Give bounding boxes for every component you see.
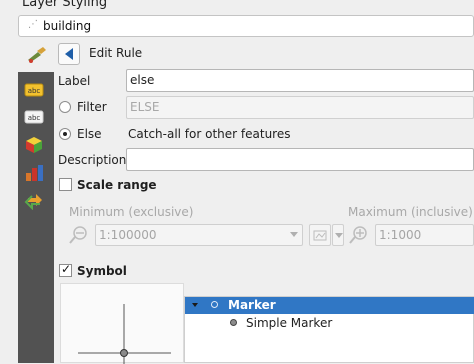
map-scale-icon xyxy=(313,230,327,241)
current-scale-button[interactable] xyxy=(309,224,331,246)
back-button[interactable] xyxy=(58,43,80,65)
symbol-preview xyxy=(60,283,184,364)
max-scale-combo[interactable]: 1:1000 xyxy=(375,224,474,246)
filter-input[interactable]: ELSE xyxy=(126,96,474,119)
marker-icon xyxy=(211,301,218,308)
filter-radio[interactable] xyxy=(59,101,71,113)
panel-title: Layer Styling xyxy=(22,0,108,10)
max-scale-value: 1:1000 xyxy=(379,228,422,242)
expand-arrow-icon[interactable] xyxy=(192,303,198,307)
symbology-brush-icon[interactable] xyxy=(26,46,48,64)
else-radio[interactable] xyxy=(59,128,71,140)
min-scale-label: Minimum (exclusive) xyxy=(69,205,194,219)
layer-name: building xyxy=(43,19,92,33)
3d-cube-icon[interactable] xyxy=(24,136,44,154)
chevron-down-icon xyxy=(335,233,343,238)
symbol-checkbox[interactable] xyxy=(59,262,72,277)
tree-label-simple-marker: Simple Marker xyxy=(246,316,333,330)
diagram-icon[interactable] xyxy=(24,164,44,182)
svg-text:abc: abc xyxy=(28,114,41,122)
label-caption: Label xyxy=(58,74,91,88)
simple-marker-icon xyxy=(230,319,237,326)
zoom-in-icon[interactable] xyxy=(348,224,370,246)
history-icon[interactable] xyxy=(24,192,44,210)
tree-row-marker[interactable]: Marker xyxy=(185,297,474,314)
tree-label-marker: Marker xyxy=(228,298,276,312)
symbol-title: Symbol xyxy=(77,264,127,278)
labels-icon[interactable]: abc xyxy=(24,81,44,99)
description-caption: Description xyxy=(58,153,127,167)
chevron-down-icon xyxy=(290,232,298,237)
marker-preview-graphic xyxy=(78,304,171,364)
max-scale-label: Maximum (inclusive) xyxy=(348,205,473,219)
else-caption: Else xyxy=(77,127,102,141)
label-value: else xyxy=(130,73,155,87)
else-description: Catch-all for other features xyxy=(128,127,291,141)
layer-combo[interactable]: ⋰ building xyxy=(18,15,474,37)
style-sidebar: abc abc xyxy=(18,72,54,363)
symbol-layer-tree[interactable]: Marker Simple Marker xyxy=(184,296,474,363)
tree-row-simple-marker[interactable]: Simple Marker xyxy=(185,315,474,332)
scale-menu-button[interactable] xyxy=(332,224,344,246)
description-input[interactable] xyxy=(126,148,474,171)
zoom-out-icon[interactable] xyxy=(68,224,90,246)
min-scale-combo[interactable]: 1:100000 xyxy=(95,224,303,246)
edit-rule-title: Edit Rule xyxy=(89,46,143,60)
svg-text:abc: abc xyxy=(28,87,41,95)
scale-range-checkbox[interactable] xyxy=(59,178,72,191)
layer-type-icon: ⋰ xyxy=(28,19,38,30)
scale-range-title: Scale range xyxy=(77,178,157,192)
abc-icon[interactable]: abc xyxy=(24,108,44,126)
min-scale-value: 1:100000 xyxy=(99,228,157,242)
filter-value: ELSE xyxy=(130,100,160,114)
label-input[interactable]: else xyxy=(126,69,474,92)
filter-caption: Filter xyxy=(77,100,107,114)
